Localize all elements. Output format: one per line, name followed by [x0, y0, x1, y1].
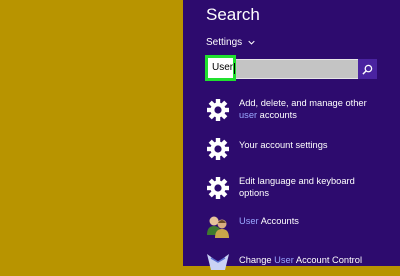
- result-your-account-settings[interactable]: Your account settings: [205, 136, 377, 162]
- search-icon: [362, 64, 373, 75]
- text-caret: [234, 63, 235, 74]
- result-edit-language[interactable]: Edit language and keyboard options: [205, 175, 377, 201]
- result-label: Add, delete, and manage other user accou…: [239, 98, 367, 120]
- search-charm: Search Settings User User Add, delete, a…: [183, 0, 400, 270]
- result-change-uac[interactable]: Change User Account Control: [205, 250, 377, 276]
- desktop-background: [0, 0, 183, 266]
- chevron-down-icon: [248, 40, 255, 45]
- result-user-accounts[interactable]: User Accounts: [205, 213, 377, 239]
- result-label: User Accounts: [239, 216, 299, 226]
- query-highlight: User: [205, 55, 236, 81]
- result-label: Change User Account Control: [239, 255, 363, 265]
- scope-label: Settings: [206, 37, 243, 48]
- search-scope-dropdown[interactable]: Settings: [206, 37, 255, 48]
- result-manage-user-accounts[interactable]: Add, delete, and manage other user accou…: [205, 97, 377, 123]
- query-text: User: [212, 62, 234, 73]
- search-button[interactable]: [358, 59, 377, 79]
- search-title: Search: [206, 5, 260, 24]
- user-accounts-icon: [205, 213, 231, 239]
- gear-icon: [207, 99, 229, 121]
- gear-icon: [207, 177, 229, 199]
- result-label: Your account settings: [239, 140, 328, 150]
- gear-icon: [207, 138, 229, 160]
- uac-icon: [207, 254, 229, 270]
- result-label: Edit language and keyboard options: [239, 176, 355, 198]
